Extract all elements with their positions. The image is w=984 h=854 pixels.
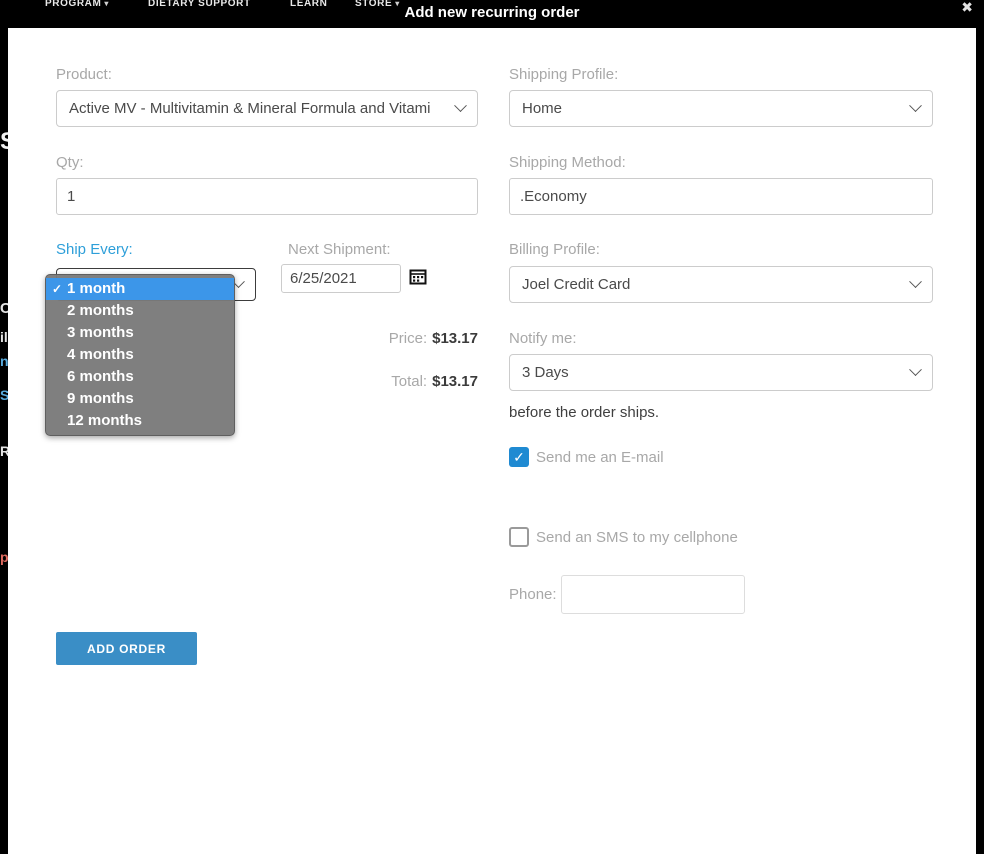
product-select[interactable]: Active MV - Multivitamin & Mineral Formu… — [56, 90, 478, 127]
ship-every-dropdown: ✓ 1 month 2 months 3 months 4 months 6 m… — [45, 274, 235, 436]
price-label: Price: — [389, 330, 427, 347]
shipping-method-input[interactable] — [509, 178, 933, 215]
product-label: Product: — [56, 66, 112, 83]
dropdown-option[interactable]: 4 months — [46, 344, 234, 366]
phone-label: Phone: — [509, 586, 557, 603]
calendar-icon[interactable] — [409, 268, 427, 285]
shipping-profile-select-value: Home — [522, 100, 562, 117]
close-icon[interactable]: ✖ — [961, 0, 973, 16]
notify-me-select[interactable]: 3 Days — [509, 354, 933, 391]
sms-checkbox-label: Send an SMS to my cellphone — [536, 529, 738, 546]
email-checkbox[interactable]: ✓ — [509, 447, 529, 467]
shipping-method-label: Shipping Method: — [509, 154, 626, 171]
checkmark-icon: ✓ — [513, 449, 525, 465]
chevron-down-icon — [909, 275, 922, 288]
shipping-profile-label: Shipping Profile: — [509, 66, 618, 83]
notify-me-select-value: 3 Days — [522, 364, 569, 381]
checkmark-icon: ✓ — [52, 278, 62, 300]
qty-input[interactable] — [56, 178, 478, 215]
price-row: Price: $13.17 — [281, 330, 478, 347]
modal-title: Add new recurring order — [0, 4, 984, 21]
dropdown-option[interactable]: ✓ 1 month — [46, 278, 234, 300]
chevron-down-icon — [909, 363, 922, 376]
total-value: $13.17 — [432, 373, 478, 390]
notify-me-label: Notify me: — [509, 330, 577, 347]
add-order-button[interactable]: ADD ORDER — [56, 632, 197, 665]
price-value: $13.17 — [432, 330, 478, 347]
next-shipment-label: Next Shipment: — [288, 241, 391, 258]
next-shipment-date-input[interactable] — [281, 264, 401, 293]
product-select-value: Active MV - Multivitamin & Mineral Formu… — [69, 100, 431, 117]
email-checkbox-label: Send me an E-mail — [536, 449, 664, 466]
phone-input[interactable] — [561, 575, 745, 614]
dropdown-option[interactable]: 2 months — [46, 300, 234, 322]
add-recurring-order-modal: Product: Active MV - Multivitamin & Mine… — [8, 28, 976, 854]
shipping-profile-select[interactable]: Home — [509, 90, 933, 127]
billing-profile-label: Billing Profile: — [509, 241, 600, 258]
backdrop-clipped-text: S C il n S R p — [0, 0, 8, 854]
dropdown-option[interactable]: 9 months — [46, 388, 234, 410]
billing-profile-select[interactable]: Joel Credit Card — [509, 266, 933, 303]
sms-checkbox[interactable] — [509, 527, 529, 547]
qty-label: Qty: — [56, 154, 84, 171]
chevron-down-icon — [454, 99, 467, 112]
dropdown-option[interactable]: 6 months — [46, 366, 234, 388]
dropdown-option[interactable]: 3 months — [46, 322, 234, 344]
billing-profile-select-value: Joel Credit Card — [522, 276, 630, 293]
chevron-down-icon — [909, 99, 922, 112]
before-ships-text: before the order ships. — [509, 404, 659, 421]
total-row: Total: $13.17 — [281, 373, 478, 390]
ship-every-label: Ship Every: — [56, 241, 133, 258]
total-label: Total: — [391, 373, 427, 390]
dropdown-option[interactable]: 12 months — [46, 410, 234, 432]
